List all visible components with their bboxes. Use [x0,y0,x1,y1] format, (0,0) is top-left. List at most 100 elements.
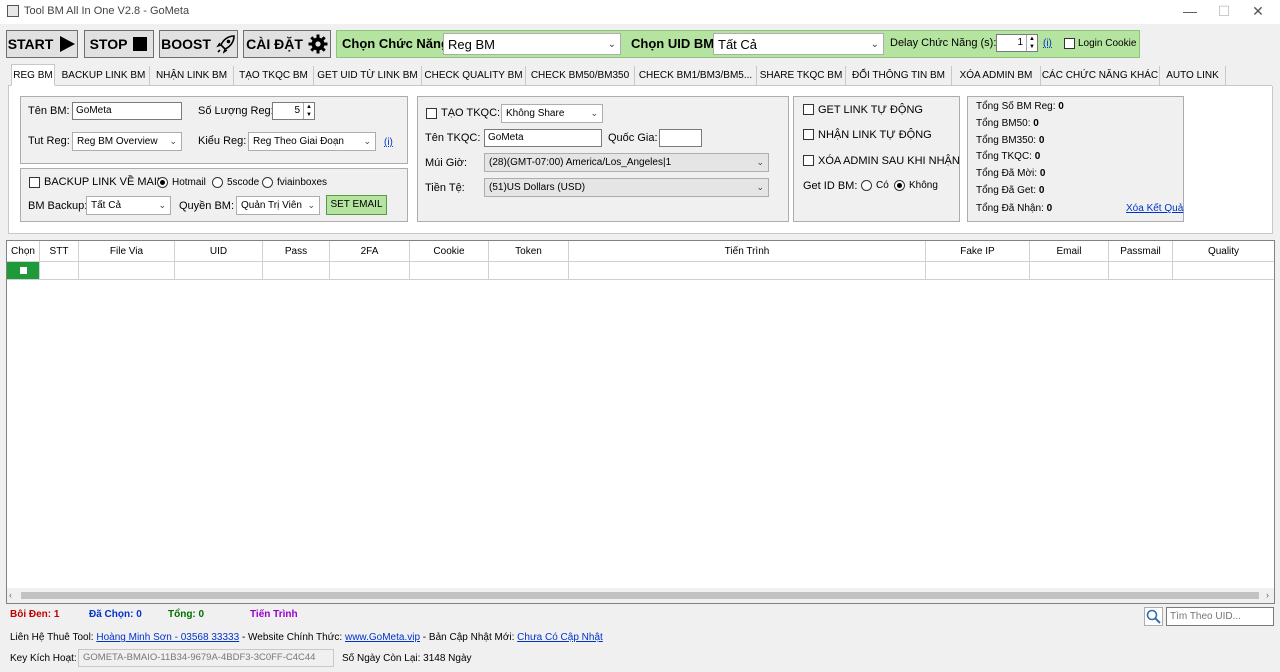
window-title: Tool BM All In One V2.8 - GoMeta [24,5,190,17]
share-select[interactable]: Không Share ⌄ [501,104,603,123]
col-header-token[interactable]: Token [489,241,569,262]
rocket-icon [216,35,235,54]
stop-button[interactable]: STOP [84,30,154,58]
country-input[interactable] [659,129,702,147]
currency-select[interactable]: (51)US Dollars (USD) ⌄ [484,178,769,197]
tab-get-uid[interactable]: GET UID TỪ LINK BM [314,66,422,85]
receive-link-auto-checkbox[interactable] [803,129,814,140]
tut-reg-select[interactable]: Reg BM Overview ⌄ [72,132,182,151]
bm-perm-select[interactable]: Quản Trị Viên ⌄ [236,196,320,215]
getid-yes-radio[interactable] [861,180,872,191]
col-header-pass[interactable]: Pass [263,241,330,262]
status-selected: Đã Chọn: 0 [89,609,142,620]
delete-admin-label: XÓA ADMIN SAU KHI NHẬN [818,155,960,167]
website-link[interactable]: www.GoMeta.vip [345,632,420,643]
col-header-select[interactable]: Chọn [7,241,40,262]
table-cell[interactable] [1109,262,1173,280]
table-cell[interactable] [489,262,569,280]
get-link-auto-checkbox[interactable] [803,104,814,115]
contact-link[interactable]: Hoàng Minh Sơn - 03568 33333 [96,632,239,643]
col-header-file-via[interactable]: File Via [79,241,175,262]
login-cookie-checkbox[interactable] [1064,38,1075,49]
close-button[interactable]: ✕ [1242,0,1274,24]
tab-share-tkqc[interactable]: SHARE TKQC BM [757,66,846,85]
horizontal-scrollbar[interactable]: ‹ › [7,588,1274,603]
reg-qty-spinner[interactable]: 5 ▲ ▼ [272,102,315,120]
search-button[interactable] [1144,607,1163,626]
scroll-left-icon[interactable]: ‹ [9,590,12,600]
table-cell[interactable] [926,262,1030,280]
fviainboxes-radio[interactable] [262,177,273,188]
search-uid-input[interactable] [1166,607,1274,626]
tab-backup-link-bm[interactable]: BACKUP LINK BM [58,66,150,85]
hotmail-radio[interactable] [157,177,168,188]
update-link[interactable]: Chưa Có Cập Nhật [517,632,603,643]
activation-key-field[interactable]: GOMETA-BMAIO-11B34-9679A-4BDF3-3C0FF-C4C… [78,649,334,667]
tab-tao-tkqc-bm[interactable]: TẠO TKQC BM [234,66,314,85]
table-cell[interactable] [410,262,489,280]
col-header-passmail[interactable]: Passmail [1109,241,1173,262]
spin-down-icon[interactable]: ▼ [1026,43,1037,51]
delay-spinner[interactable]: 1 ▲ ▼ [996,34,1038,52]
col-header-uid[interactable]: UID [175,241,263,262]
getid-no-label: Không [909,180,938,191]
settings-button[interactable]: CÀI ĐẶT [243,30,331,58]
spin-down-icon[interactable]: ▼ [303,111,314,119]
table-cell[interactable] [263,262,330,280]
col-header-cookie[interactable]: Cookie [410,241,489,262]
account-grid[interactable] [6,240,1275,604]
bm-backup-select[interactable]: Tất Cả ⌄ [86,196,171,215]
clear-results-link[interactable]: Xóa Kết Quả [1126,203,1183,214]
5scode-radio[interactable] [212,177,223,188]
table-cell[interactable] [569,262,926,280]
maximize-button[interactable]: ☐ [1208,0,1240,24]
spin-up-icon[interactable]: ▲ [1026,35,1037,43]
tab-reg-bm[interactable]: REG BM [11,64,55,86]
timezone-select[interactable]: (28)(GMT-07:00) America/Los_Angeles|1 ⌄ [484,153,769,172]
col-header-quality[interactable]: Quality [1173,241,1274,262]
col-header-fake-ip[interactable]: Fake IP [926,241,1030,262]
tab-nhan-link-bm[interactable]: NHẬN LINK BM [150,66,234,85]
uid-select[interactable]: Tất Cả ⌄ [713,33,884,55]
col-header-2fa[interactable]: 2FA [330,241,410,262]
search-icon [1146,609,1161,624]
col-header-stt[interactable]: STT [40,241,79,262]
scrollbar-thumb[interactable] [21,592,1259,599]
delete-admin-checkbox[interactable] [803,155,814,166]
tab-auto-link[interactable]: AUTO LINK [1160,66,1226,85]
reg-type-info-link[interactable]: (i) [384,137,393,148]
tkqc-name-input[interactable]: GoMeta [484,129,602,147]
stat-bm50: Tổng BM50: 0 [976,118,1039,129]
row-select-cell[interactable] [7,262,40,280]
table-cell[interactable] [40,262,79,280]
stat-invited: Tổng Đã Mời: 0 [976,168,1046,179]
col-header-email[interactable]: Email [1030,241,1109,262]
tab-xoa-admin[interactable]: XÓA ADMIN BM [952,66,1041,85]
start-button[interactable]: START [6,30,78,58]
delay-info-link[interactable]: (i) [1043,38,1052,49]
function-select[interactable]: Reg BM ⌄ [443,33,621,55]
col-header-progress[interactable]: Tiến Trình [569,241,926,262]
boost-button[interactable]: BOOST [159,30,238,58]
table-cell[interactable] [175,262,263,280]
minimize-button[interactable]: — [1174,0,1206,24]
tab-doi-thong-tin[interactable]: ĐỔI THÔNG TIN BM [846,66,952,85]
set-email-button[interactable]: SET EMAIL [326,195,387,215]
bm-name-input[interactable]: GoMeta [72,102,182,120]
table-cell[interactable] [1030,262,1109,280]
scroll-right-icon[interactable]: › [1266,590,1269,600]
create-tkqc-checkbox[interactable] [426,108,437,119]
reg-type-select[interactable]: Reg Theo Giai Đoạn ⌄ [248,132,376,151]
tab-cac-chuc-nang[interactable]: CÁC CHỨC NĂNG KHÁC [1041,66,1160,85]
tab-check-bm50[interactable]: CHECK BM50/BM350 [526,66,635,85]
delay-value: 1 [1017,37,1023,48]
table-cell[interactable] [330,262,410,280]
getid-no-radio[interactable] [894,180,905,191]
tab-check-quality[interactable]: CHECK QUALITY BM [422,66,526,85]
row-checkbox[interactable] [20,267,27,274]
tab-check-bm1[interactable]: CHECK BM1/BM3/BM5... [635,66,757,85]
backup-mail-checkbox[interactable] [29,177,40,188]
table-cell[interactable] [1173,262,1274,280]
spin-up-icon[interactable]: ▲ [303,103,314,111]
table-cell[interactable] [79,262,175,280]
